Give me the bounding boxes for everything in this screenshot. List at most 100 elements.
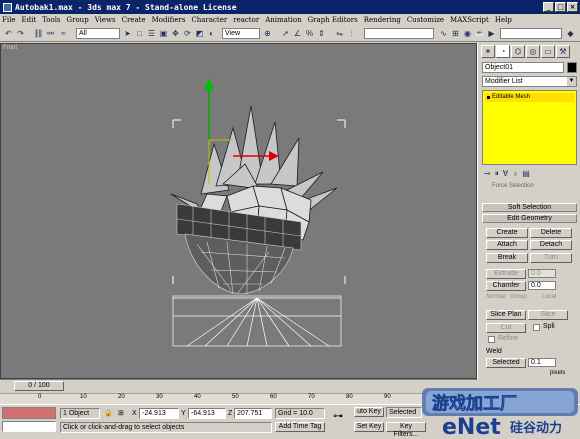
weld-threshold-spinner[interactable]: 0.1 [528,358,556,367]
menu-customize[interactable]: Customize [407,16,444,24]
lock-selection-icon[interactable]: 🔒 [104,409,113,418]
front-viewport[interactable]: Front [0,43,477,379]
menu-modifiers[interactable]: Modifiers [152,16,186,24]
extrude-button[interactable]: Extrude [486,269,526,279]
create-button[interactable]: Create [486,228,528,238]
create-tab-icon[interactable]: ✶ [481,45,495,58]
named-selection-sets-dropdown[interactable] [364,28,434,39]
menu-tools[interactable]: Tools [42,16,60,24]
display-tab-icon[interactable]: ▭ [541,45,555,58]
pivot-center-icon[interactable]: ⊕ [262,28,273,39]
menu-views[interactable]: Views [95,16,116,24]
select-by-name-icon[interactable]: ☰ [146,28,157,39]
key-mode-icon[interactable]: ⊶ [333,412,343,422]
time-slider-track[interactable]: 0 / 100 [0,379,477,393]
motion-tab-icon[interactable]: ◎ [526,45,540,58]
weld-selected-button[interactable]: Selected [486,358,526,368]
configure-modifier-sets-icon[interactable]: ▤ [522,169,530,178]
stack-item-editable-mesh[interactable]: Editable Mesh [485,93,574,102]
minimize-button[interactable]: _ [543,2,554,12]
maxscript-mini-input[interactable] [2,421,56,432]
normal-local-radio[interactable]: Local [542,293,556,302]
render-last-icon[interactable]: ◆ [565,28,576,39]
bind-spacewarp-icon[interactable]: ≈ [58,28,69,39]
delete-button[interactable]: Delete [530,228,572,238]
hierarchy-tab-icon[interactable]: ⌬ [511,45,525,58]
maxscript-listener-mini[interactable] [2,407,56,419]
chamfer-button[interactable]: Chamfer [486,281,526,291]
menu-create[interactable]: Create [122,16,146,24]
menu-character[interactable]: Character [191,16,227,24]
mirror-icon[interactable]: ⇋ [334,28,345,39]
object-name-field[interactable]: Object01 [482,62,564,73]
split-checkbox[interactable] [533,324,540,331]
menu-help[interactable]: Help [495,16,512,24]
undo-icon[interactable]: ↶ [3,28,14,39]
set-key-button[interactable]: Set Key [354,422,384,432]
make-unique-icon[interactable]: ∀ [503,169,508,178]
mesh-model[interactable] [1,44,477,379]
render-scene-icon[interactable]: ☕ [474,28,485,39]
remove-modifier-icon[interactable]: ♁ [512,169,518,178]
percent-snap-icon[interactable]: % [304,28,315,39]
angle-snap-icon[interactable]: ∠ [292,28,303,39]
show-end-result-icon[interactable]: ⏸ [495,169,499,179]
reference-coordinate-dropdown[interactable]: View [222,28,260,39]
snap-toggle-icon[interactable]: ➚ [280,28,291,39]
turn-button[interactable]: Turn [530,253,572,263]
cut-button[interactable]: Cut [486,323,526,333]
spinner-snap-icon[interactable]: ⇕ [316,28,327,39]
menu-maxscript[interactable]: MAXScript [450,16,489,24]
pin-stack-icon[interactable]: ⊸ [484,169,491,178]
soft-selection-rollout[interactable]: Soft Selection [482,203,577,212]
select-region-icon[interactable]: □ [134,28,145,39]
window-crossing-icon[interactable]: ▣ [158,28,169,39]
slice-plane-button[interactable]: Slice Plan [486,310,526,320]
add-time-tag-button[interactable]: Add Time Tag [275,422,325,432]
edit-geometry-rollout[interactable]: Edit Geometry [482,214,577,223]
select-move-icon[interactable]: ✥ [170,28,181,39]
z-coordinate-field[interactable]: 207.751 [234,408,272,419]
menu-group[interactable]: Group [67,16,89,24]
track-bar[interactable]: 0 10 20 30 40 50 60 70 80 90 [0,393,477,404]
select-rotate-icon[interactable]: ⟳ [182,28,193,39]
menu-rendering[interactable]: Rendering [364,16,401,24]
selection-filter-dropdown[interactable]: All [76,28,120,39]
select-scale-icon[interactable]: ◩ [194,28,205,39]
y-coordinate-field[interactable]: -64.913 [188,408,226,419]
extrude-spinner[interactable]: 0.0 [528,269,556,278]
align-icon[interactable]: ⫶ [346,28,357,39]
schematic-view-icon[interactable]: ⊞ [450,28,461,39]
modify-tab-icon[interactable]: ◔ [496,45,510,58]
menu-file[interactable]: File [2,16,15,24]
modifier-stack[interactable]: Editable Mesh [482,90,577,165]
refine-checkbox[interactable] [488,336,495,343]
utilities-tab-icon[interactable]: ⚒ [556,45,570,58]
slice-button[interactable]: Slice [528,310,568,320]
auto-key-button[interactable]: uto Key [354,407,384,417]
menu-animation[interactable]: Animation [265,16,301,24]
redo-icon[interactable]: ↷ [15,28,26,39]
object-color-swatch[interactable] [567,62,577,73]
render-type-dropdown[interactable] [500,28,562,39]
normal-group-radio[interactable]: Group [510,293,527,302]
modifier-list-dropdown[interactable]: Modifier List ▼ [482,76,577,87]
menu-edit[interactable]: Edit [21,16,36,24]
curve-editor-icon[interactable]: ∿ [438,28,449,39]
material-editor-icon[interactable]: ◉ [462,28,473,39]
select-object-icon[interactable]: ➤ [122,28,133,39]
menu-graph-editors[interactable]: Graph Editors [308,16,358,24]
detach-button[interactable]: Detach [530,240,572,250]
key-selection-set[interactable]: Selected [386,407,422,418]
time-slider[interactable]: 0 / 100 [14,381,64,391]
attach-button[interactable]: Attach [486,240,528,250]
unlink-icon[interactable]: ⚯ [45,28,56,39]
quick-render-icon[interactable]: ▶ [486,28,497,39]
menu-reactor[interactable]: reactor [233,16,259,24]
select-manipulate-icon[interactable]: ◐ [206,28,217,39]
link-icon[interactable]: ⛓ [33,28,44,39]
break-button[interactable]: Break [486,253,528,263]
close-button[interactable]: × [567,2,578,12]
x-coordinate-field[interactable]: -24.913 [139,408,179,419]
chamfer-spinner[interactable]: 0.0 [528,281,556,290]
